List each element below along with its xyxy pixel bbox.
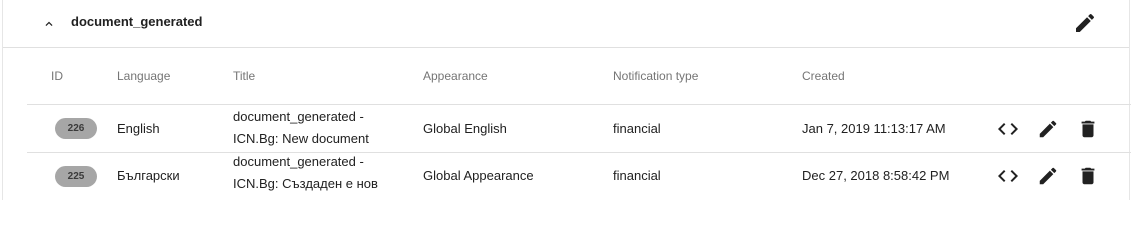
column-header-language: Language <box>117 69 171 83</box>
trash-icon <box>1081 120 1095 138</box>
collapse-button[interactable] <box>38 13 60 35</box>
pencil-icon <box>1039 120 1057 138</box>
delete-row-button[interactable] <box>1076 117 1100 141</box>
title-cell: document_generated - ICN.Bg: Създаден е … <box>233 151 383 195</box>
title-cell: document_generated - ICN.Bg: New documen… <box>233 106 383 150</box>
view-code-button[interactable] <box>996 164 1020 188</box>
edit-row-button[interactable] <box>1036 117 1060 141</box>
appearance-cell: Global Appearance <box>423 168 534 183</box>
edit-row-button[interactable] <box>1036 164 1060 188</box>
section-title: document_generated <box>71 14 203 29</box>
pencil-icon <box>1039 167 1057 185</box>
column-header-id: ID <box>51 69 63 83</box>
column-header-notification-type: Notification type <box>613 69 699 83</box>
section-header: document_generated <box>3 0 1129 48</box>
trash-icon <box>1081 167 1095 185</box>
id-badge: 226 <box>55 118 97 139</box>
table-row[interactable]: 225 Български document_generated - ICN.B… <box>27 152 1131 200</box>
notification-type-cell: financial <box>613 168 661 183</box>
code-icon <box>998 170 1018 182</box>
pencil-icon <box>1076 13 1095 33</box>
code-icon <box>998 123 1018 135</box>
notification-type-cell: financial <box>613 121 661 136</box>
created-cell: Dec 27, 2018 8:58:42 PM <box>802 168 950 183</box>
language-cell: English <box>117 121 160 136</box>
language-cell: Български <box>117 168 180 183</box>
table-row[interactable]: 226 English document_generated - ICN.Bg:… <box>27 104 1131 152</box>
delete-row-button[interactable] <box>1076 164 1100 188</box>
notification-template-panel: document_generated ID Language Title App… <box>2 0 1131 200</box>
column-header-created: Created <box>802 69 845 83</box>
column-header-title: Title <box>233 69 256 83</box>
column-header-appearance: Appearance <box>423 69 488 83</box>
title-line: document_generated - <box>233 154 364 169</box>
edit-section-button[interactable] <box>1073 11 1097 35</box>
appearance-cell: Global English <box>423 121 507 136</box>
created-cell: Jan 7, 2019 11:13:17 AM <box>802 121 946 136</box>
view-code-button[interactable] <box>996 117 1020 141</box>
chevron-up-icon <box>45 21 53 26</box>
id-badge: 225 <box>55 166 97 187</box>
title-line: ICN.Bg: Създаден е нов <box>233 176 378 191</box>
title-line: document_generated - <box>233 109 364 124</box>
title-line: ICN.Bg: New document <box>233 131 369 146</box>
